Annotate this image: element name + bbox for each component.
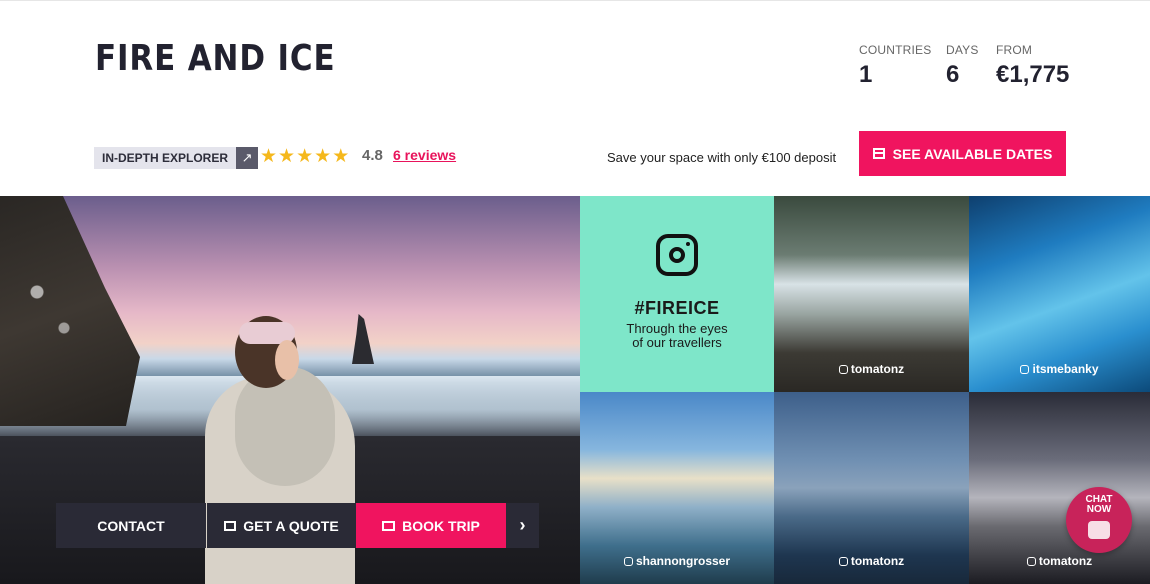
stat-value: 6 xyxy=(946,61,960,88)
stat-days: DAYS 6 xyxy=(946,43,979,89)
suitcase-icon xyxy=(382,520,396,531)
instagram-handle: tomatonz xyxy=(774,362,969,376)
instagram-icon xyxy=(1026,557,1036,566)
top-divider xyxy=(0,0,1150,1)
contact-label: CONTACT xyxy=(97,517,165,534)
instagram-subtitle-line: of our travellers xyxy=(632,335,722,350)
chat-now-label: CHAT NOW xyxy=(1066,495,1132,515)
page-title: FIRE AND ICE xyxy=(95,38,336,79)
book-trip-button[interactable]: BOOK TRIP xyxy=(356,503,506,548)
star-icon: ★ xyxy=(314,146,332,167)
book-trip-label: BOOK TRIP xyxy=(402,517,480,534)
hero-image: CONTACT GET A QUOTE BOOK TRIP › xyxy=(0,196,580,584)
star-icon: ★ xyxy=(332,146,350,167)
stat-price: FROM €1,775 xyxy=(996,43,1069,89)
instagram-handle: shannongrosser xyxy=(580,554,774,568)
chevron-right-icon[interactable]: › xyxy=(506,503,539,548)
instagram-photo[interactable]: tomatonz xyxy=(774,196,969,392)
instagram-icon xyxy=(623,557,633,566)
rating-stars: ★ ★ ★ ★ ★ xyxy=(260,145,350,168)
star-icon: ★ xyxy=(278,146,296,167)
instagram-handle: tomatonz xyxy=(969,554,1150,568)
trip-style-tag[interactable]: IN-DEPTH EXPLORER ↗ xyxy=(94,147,259,169)
instagram-handle: tomatonz xyxy=(774,554,969,568)
instagram-icon xyxy=(838,365,848,374)
instagram-handle: itsmebanky xyxy=(969,362,1150,376)
get-a-quote-label: GET A QUOTE xyxy=(243,517,339,534)
instagram-subtitle-line: Through the eyes xyxy=(626,321,728,336)
contact-button[interactable]: CONTACT xyxy=(56,503,206,548)
stat-label: DAYS xyxy=(946,43,979,57)
stat-value: 1 xyxy=(859,61,873,88)
stat-countries: COUNTRIES 1 xyxy=(859,43,931,89)
instagram-hashtag: #FIREICE xyxy=(634,298,720,318)
stat-value: €1,775 xyxy=(996,61,1070,88)
instagram-photo[interactable]: shannongrosser xyxy=(580,392,774,584)
message-icon xyxy=(224,520,237,531)
see-available-dates-button[interactable]: SEE AVAILABLE DATES xyxy=(859,131,1066,176)
instagram-photo[interactable]: tomatonz xyxy=(774,392,969,584)
deposit-text: Save your space with only €100 deposit xyxy=(607,150,837,165)
stat-label: COUNTRIES xyxy=(859,43,932,57)
reviews-link[interactable]: 6 reviews xyxy=(393,147,456,163)
instagram-promo-tile: #FIREICE Through the eyes of our travell… xyxy=(580,196,774,392)
get-a-quote-button[interactable]: GET A QUOTE xyxy=(207,503,356,548)
instagram-icon xyxy=(838,557,848,566)
trip-style-label: IN-DEPTH EXPLORER xyxy=(94,147,237,169)
chat-now-button[interactable]: CHAT NOW xyxy=(1066,487,1132,553)
star-icon: ★ xyxy=(260,146,278,167)
star-icon: ★ xyxy=(296,146,314,167)
instagram-subtitle: Through the eyes of our travellers xyxy=(580,322,774,350)
external-arrow-icon[interactable]: ↗ xyxy=(236,147,259,169)
instagram-photo[interactable]: itsmebanky xyxy=(969,196,1150,392)
stat-label: FROM xyxy=(996,43,1033,57)
instagram-photo[interactable]: tomatonz xyxy=(969,392,1150,584)
chat-label-line: NOW xyxy=(1086,504,1112,515)
instagram-icon xyxy=(1020,365,1030,374)
trip-action-bar: CONTACT GET A QUOTE BOOK TRIP › xyxy=(56,503,539,548)
calendar-icon xyxy=(872,148,885,159)
chat-bubble-icon xyxy=(1088,521,1110,539)
see-available-dates-label: SEE AVAILABLE DATES xyxy=(892,145,1053,162)
rating-value: 4.8 xyxy=(362,147,383,164)
instagram-icon xyxy=(656,234,698,276)
